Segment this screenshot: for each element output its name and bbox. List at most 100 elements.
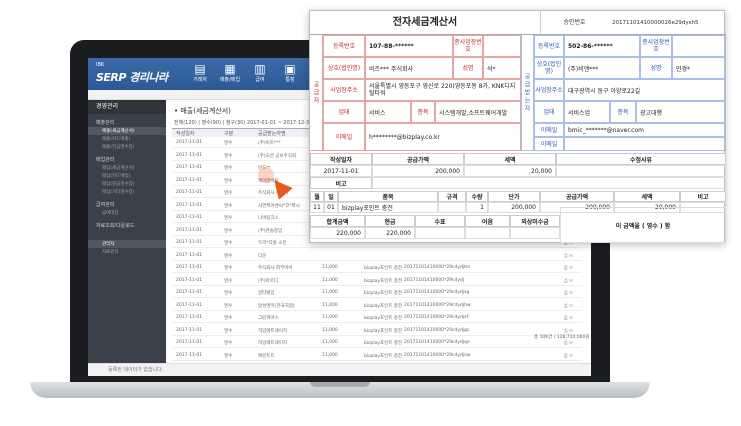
sidebar-group[interactable]: 급여관리 [88,196,166,209]
sidebar-item[interactable]: 매입(현금영수증) [88,180,166,188]
table-cell: 2017-11-01 [176,340,203,345]
supplier-item: 시스템개발,소프트웨어개발 [435,101,521,123]
filter-tabs[interactable]: 전체(120) | 영수(90) | 청구(30) 2017-01-01 ~ 2… [174,119,312,126]
buyer-side-label: 공급받는자 [521,35,534,151]
row-action-icons[interactable]: ⎙ ✉ [564,265,573,271]
table-cell: 11,000 [322,327,338,333]
sidebar-group[interactable]: 매입관리 [88,151,166,164]
table-cell: 영수 [224,341,233,346]
column-header[interactable]: 구분 [224,130,233,137]
approval-number: 20171101410000026e29dysh5 [608,11,726,35]
sidebar-item[interactable]: 급여대장 [88,209,166,217]
top-nav-icon: ▤ [194,62,206,76]
top-nav-3[interactable]: ▥ 급여 [248,62,272,83]
table-cell: 에린트트 [258,353,275,359]
buyer-reg-no: 502-86-****** [564,35,640,57]
table-cell: 20171101410000*29cdydjqe [404,340,470,345]
table-row[interactable]: 2017-11-01 영수 다운 ⎙ ✉ [172,251,582,261]
summary-header-date: 작성일자 [310,153,372,165]
table-row[interactable]: 2017-11-01 영수 주식회사 피부아이 11,000 bizplay포인트 충전… [172,263,582,273]
bank-logo: IBK [96,62,105,68]
sidebar-group[interactable]: 자료조회/다운로드 [88,217,166,230]
item-cell: 11 [310,202,324,213]
table-cell: 2017-11-01 [176,202,203,208]
item-header: 단가 [488,191,540,202]
table-cell: 2017-11-01 [176,240,203,245]
summary-date: 2017-11-01 [310,165,372,177]
total-header: 수표 [415,215,465,227]
row-action-icons[interactable]: ⎙ ✉ [564,253,573,259]
table-row[interactable]: 2017-11-01 영수 하임에트네이지 11,000 bizplay포인트 충전 20… [172,338,582,348]
receipt-text: 이 금액을 ( 영수 ) 함 [560,207,726,243]
total-summary: 총 10K건 / 128,710,000원 [534,335,590,340]
table-cell: 2017-11-01 [176,215,203,220]
sidebar-item[interactable]: 매출(세금계산서) [88,127,166,135]
table-cell: 영수 [224,228,233,234]
buyer-reg-label: 등록번호 [534,35,564,57]
top-nav-4[interactable]: ▣ 통장 [278,62,302,83]
table-row[interactable]: 2017-11-01 영수 달성엔미(한국지점) 11,000 bizplay포인트 충… [172,301,582,311]
row-action-icons[interactable]: ⎙ ✉ [564,340,573,346]
supplier-sub-no [483,35,521,57]
top-nav-2[interactable]: ▦ 매출/매입 [218,62,242,83]
column-header[interactable]: 공급받는자명 [258,130,286,137]
sidebar-item[interactable]: 매입(기타영수증) [88,188,166,196]
buyer-address: 대구광역시 동구 아양로22길 [564,79,726,101]
buyer-sub-label: 종사업장번호 [640,35,672,57]
top-nav-icon: ▦ [224,62,236,76]
table-cell: (주)비즈*** [258,141,281,146]
table-cell: 11,000 [322,277,338,283]
table-row[interactable]: 2017-11-01 영수 하임에트네이지 11,000 bizplay포인트 충전 20… [172,326,582,336]
item-cell: 1 [466,202,488,213]
item-header: 수량 [466,191,488,202]
table-cell: bizplay포인트 충전 [364,341,403,346]
item-header: 품목 [338,191,438,202]
tax-invoice-popup: 전자세금계산서 승인번호 20171101410000026e29dysh5 공… [309,10,726,243]
sidebar-item[interactable]: 매입(카드매입) [88,172,166,180]
table-row[interactable]: 2017-11-01 영수 (주)마르디 11,000 bizplay포인트 충전 201… [172,276,582,286]
buyer-ceo-label: 성명 [640,57,672,79]
app-brand[interactable]: SERP 경리나라 [96,69,168,85]
buyer-email2-label: 이메일 [534,137,564,151]
buyer-sub-no [672,35,726,57]
sidebar-item[interactable]: 자료관리 [88,248,166,256]
top-nav-label: 거래처 [193,77,207,83]
buyer-addr-label: 사업장주소 [534,79,564,101]
row-action-icons[interactable]: ⎙ ✉ [564,303,573,309]
table-cell: 주식회사 피부아이 [258,266,293,271]
sidebar-item[interactable]: 매출(현금영수증) [88,143,166,151]
table-cell: 2017-11-01 [176,352,203,358]
supplier-email: h********@bizplay.co.kr [365,123,521,151]
table-cell: 11,000 [322,352,338,358]
table-cell: 2017-11-01 [176,252,203,258]
item-cell: 01 [324,202,338,213]
table-row[interactable]: 2017-11-01 영수 에린트트 11,000 bizplay포인트 충전 20171… [172,351,582,361]
table-cell: 11,000 [322,265,338,270]
table-cell: 영수 [224,216,233,221]
table-cell: 영수 [224,203,233,209]
table-cell: 영수 [224,266,233,271]
row-action-icons[interactable]: ⎙ ✉ [564,290,573,296]
table-cell: 두리*다홈 소진 [258,241,287,246]
supplier-name: 비즈*** 주식회사 [365,57,453,79]
sidebar-item[interactable]: 매입(세금계산서) [88,164,166,172]
sidebar-group[interactable]: 매출관리 [88,114,166,127]
supplier-address: 서울특별시 영등포구 영신로 220(영등포동 8가, KNK디지털타워 [365,79,521,101]
buyer-biz: 서비스업 [564,101,610,123]
top-nav-1[interactable]: ▤ 거래처 [188,62,212,83]
table-cell: 2017-11-01 [176,165,203,170]
table-cell: bizplay포인트 충전 [364,266,403,271]
row-action-icons[interactable]: ⎙ ✉ [564,353,573,359]
column-header[interactable]: 작성일자 [176,130,194,137]
row-action-icons[interactable]: ⎙ ✉ [564,278,573,284]
row-action-icons[interactable]: ⎙ ✉ [564,315,573,321]
sidebar-item[interactable]: 매출(카드매출) [88,135,166,143]
table-cell: 영수 [224,178,233,184]
table-row[interactable]: 2017-11-01 영수 알타텔입 11,000 bizplay포인트 충전 20171… [172,288,582,298]
sidebar-item[interactable]: 관리자 [88,240,166,248]
buyer-name: (주)비앤*** [564,57,640,79]
table-cell: 20171101410000*29cdydjsg [404,290,470,295]
supplier-item-label: 종목 [411,101,435,123]
row-action-icons[interactable]: ⎙ ✉ [564,328,573,334]
table-row[interactable]: 2017-11-01 영수 그린피아스 11,000 bizplay포인트 충전 2017… [172,313,582,323]
